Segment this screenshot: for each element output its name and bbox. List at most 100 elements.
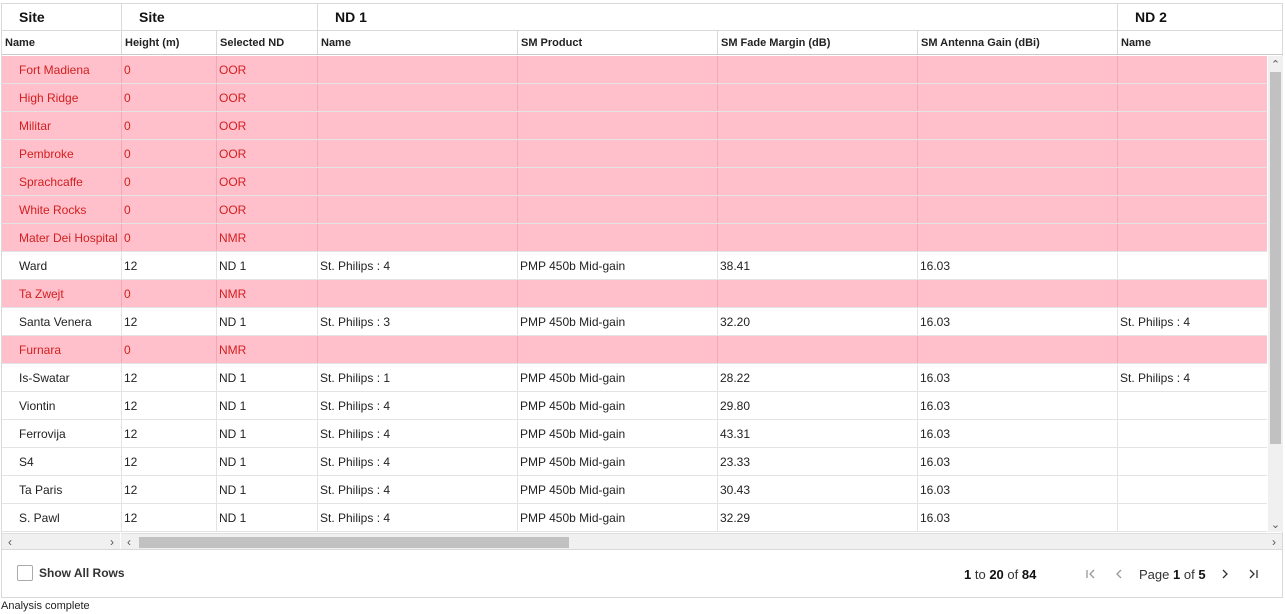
- cell-sm-fade-margin[interactable]: [717, 336, 917, 363]
- cell-name[interactable]: Ward: [2, 252, 121, 279]
- table-row[interactable]: Is-Swatar 12 ND 1 St. Philips : 1 PMP 450b M…: [2, 364, 1267, 392]
- cell-height[interactable]: 12: [121, 448, 216, 475]
- cell-selected-nd[interactable]: NMR: [216, 336, 317, 363]
- cell-height[interactable]: 12: [121, 364, 216, 391]
- horizontal-scroll-thumb[interactable]: [139, 537, 569, 548]
- cell-nd2-name[interactable]: [1117, 168, 1267, 195]
- cell-name[interactable]: High Ridge: [2, 84, 121, 111]
- cell-sm-antenna-gain[interactable]: [917, 112, 1117, 139]
- cell-name[interactable]: Ferrovija: [2, 420, 121, 447]
- cell-sm-product[interactable]: [517, 168, 717, 195]
- cell-nd1-name[interactable]: [317, 196, 517, 223]
- scroll-left-icon[interactable]: ‹: [2, 534, 18, 550]
- table-row[interactable]: S. Pawl 12 ND 1 St. Philips : 4 PMP 450b Mid…: [2, 504, 1267, 532]
- cell-name[interactable]: Sprachcaffe: [2, 168, 121, 195]
- cell-name[interactable]: Santa Venera: [2, 308, 121, 335]
- cell-sm-product[interactable]: [517, 140, 717, 167]
- column-header-sm-fade-margin[interactable]: SM Fade Margin (dB): [717, 31, 917, 54]
- cell-nd1-name[interactable]: St. Philips : 4: [317, 448, 517, 475]
- cell-name[interactable]: White Rocks: [2, 196, 121, 223]
- last-page-icon[interactable]: [1243, 564, 1263, 584]
- cell-nd2-name[interactable]: [1117, 448, 1267, 475]
- cell-nd1-name[interactable]: [317, 224, 517, 251]
- cell-sm-product[interactable]: PMP 450b Mid-gain: [517, 364, 717, 391]
- cell-nd2-name[interactable]: [1117, 56, 1267, 83]
- cell-nd1-name[interactable]: [317, 336, 517, 363]
- cell-sm-product[interactable]: PMP 450b Mid-gain: [517, 252, 717, 279]
- cell-sm-antenna-gain[interactable]: [917, 280, 1117, 307]
- cell-sm-product[interactable]: PMP 450b Mid-gain: [517, 308, 717, 335]
- cell-nd1-name[interactable]: [317, 112, 517, 139]
- cell-sm-product[interactable]: PMP 450b Mid-gain: [517, 392, 717, 419]
- cell-nd1-name[interactable]: St. Philips : 4: [317, 392, 517, 419]
- vertical-scroll-thumb[interactable]: [1270, 72, 1281, 444]
- column-header-height[interactable]: Height (m): [121, 31, 216, 54]
- cell-sm-antenna-gain[interactable]: [917, 224, 1117, 251]
- cell-name[interactable]: Fort Madiena: [2, 56, 121, 83]
- show-all-rows-toggle[interactable]: Show All Rows: [17, 565, 125, 581]
- table-row[interactable]: Fort Madiena 0 OOR: [2, 56, 1267, 84]
- column-header-name[interactable]: Name: [2, 31, 121, 54]
- cell-nd2-name[interactable]: [1117, 112, 1267, 139]
- cell-nd2-name[interactable]: [1117, 224, 1267, 251]
- column-header-nd1-name[interactable]: Name: [317, 31, 517, 54]
- cell-height[interactable]: 0: [121, 84, 216, 111]
- table-row[interactable]: Viontin 12 ND 1 St. Philips : 4 PMP 450b Mid…: [2, 392, 1267, 420]
- column-header-sm-product[interactable]: SM Product: [517, 31, 717, 54]
- cell-sm-antenna-gain[interactable]: 16.03: [917, 420, 1117, 447]
- cell-nd1-name[interactable]: St. Philips : 4: [317, 420, 517, 447]
- cell-sm-product[interactable]: PMP 450b Mid-gain: [517, 420, 717, 447]
- cell-height[interactable]: 0: [121, 56, 216, 83]
- cell-height[interactable]: 12: [121, 252, 216, 279]
- table-row[interactable]: Ferrovija 12 ND 1 St. Philips : 4 PMP 450b M…: [2, 420, 1267, 448]
- next-page-icon[interactable]: [1215, 564, 1235, 584]
- frozen-horizontal-scrollbar[interactable]: ‹ ›: [2, 533, 120, 549]
- cell-sm-antenna-gain[interactable]: [917, 168, 1117, 195]
- cell-sm-antenna-gain[interactable]: 16.03: [917, 448, 1117, 475]
- cell-sm-fade-margin[interactable]: 29.80: [717, 392, 917, 419]
- cell-height[interactable]: 0: [121, 168, 216, 195]
- cell-height[interactable]: 12: [121, 308, 216, 335]
- cell-sm-product[interactable]: [517, 112, 717, 139]
- cell-sm-product[interactable]: [517, 224, 717, 251]
- cell-sm-antenna-gain[interactable]: [917, 84, 1117, 111]
- cell-sm-fade-margin[interactable]: 32.20: [717, 308, 917, 335]
- cell-height[interactable]: 0: [121, 140, 216, 167]
- first-page-icon[interactable]: [1081, 564, 1101, 584]
- cell-nd2-name[interactable]: [1117, 476, 1267, 503]
- cell-sm-product[interactable]: PMP 450b Mid-gain: [517, 476, 717, 503]
- cell-selected-nd[interactable]: ND 1: [216, 308, 317, 335]
- cell-nd1-name[interactable]: St. Philips : 1: [317, 364, 517, 391]
- scroll-left-icon[interactable]: ‹: [121, 534, 137, 550]
- main-horizontal-scrollbar[interactable]: ‹ ›: [121, 533, 1282, 549]
- cell-sm-product[interactable]: [517, 280, 717, 307]
- table-row[interactable]: Pembroke 0 OOR: [2, 140, 1267, 168]
- table-row[interactable]: Sprachcaffe 0 OOR: [2, 168, 1267, 196]
- cell-height[interactable]: 12: [121, 476, 216, 503]
- cell-sm-product[interactable]: PMP 450b Mid-gain: [517, 504, 717, 531]
- cell-nd2-name[interactable]: [1117, 336, 1267, 363]
- table-row[interactable]: Santa Venera 12 ND 1 St. Philips : 3 PMP 450…: [2, 308, 1267, 336]
- cell-nd2-name[interactable]: [1117, 196, 1267, 223]
- table-row[interactable]: S4 12 ND 1 St. Philips : 4 PMP 450b Mid-gain…: [2, 448, 1267, 476]
- cell-name[interactable]: Furnara: [2, 336, 121, 363]
- scroll-right-icon[interactable]: ›: [1266, 534, 1282, 550]
- table-row[interactable]: Mater Dei Hospital 0 NMR: [2, 224, 1267, 252]
- cell-selected-nd[interactable]: OOR: [216, 196, 317, 223]
- cell-sm-antenna-gain[interactable]: 16.03: [917, 476, 1117, 503]
- column-header-sm-antenna-gain[interactable]: SM Antenna Gain (dBi): [917, 31, 1117, 54]
- cell-nd1-name[interactable]: [317, 280, 517, 307]
- cell-nd1-name[interactable]: St. Philips : 4: [317, 252, 517, 279]
- cell-sm-antenna-gain[interactable]: [917, 196, 1117, 223]
- cell-nd1-name[interactable]: St. Philips : 4: [317, 476, 517, 503]
- table-row[interactable]: Ward 12 ND 1 St. Philips : 4 PMP 450b Mid-ga…: [2, 252, 1267, 280]
- cell-sm-fade-margin[interactable]: [717, 224, 917, 251]
- cell-height[interactable]: 0: [121, 336, 216, 363]
- cell-height[interactable]: 12: [121, 504, 216, 531]
- cell-sm-fade-margin[interactable]: 30.43: [717, 476, 917, 503]
- cell-height[interactable]: 0: [121, 280, 216, 307]
- cell-sm-fade-margin[interactable]: [717, 56, 917, 83]
- cell-sm-fade-margin[interactable]: 43.31: [717, 420, 917, 447]
- cell-sm-fade-margin[interactable]: 28.22: [717, 364, 917, 391]
- cell-selected-nd[interactable]: ND 1: [216, 504, 317, 531]
